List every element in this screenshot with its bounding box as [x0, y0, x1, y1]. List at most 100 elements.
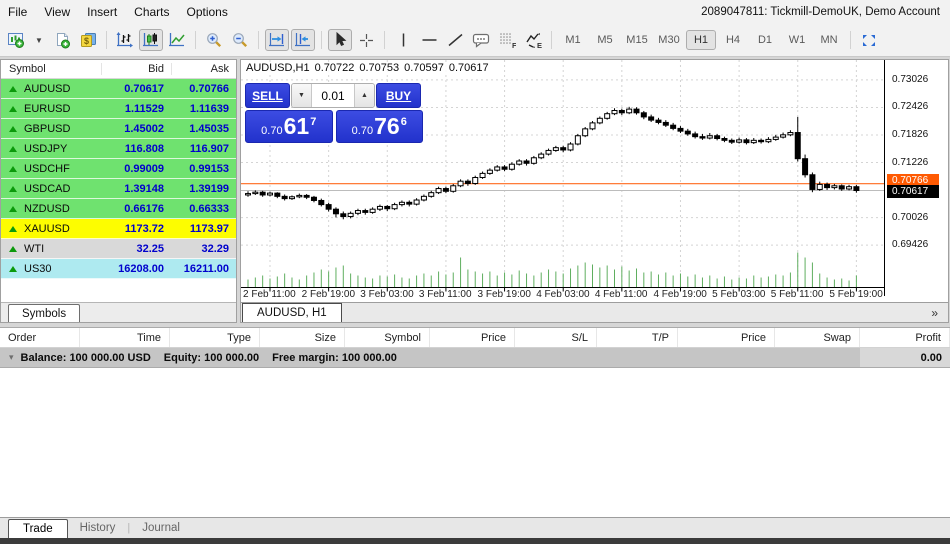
tab-trade[interactable]: Trade: [8, 519, 68, 538]
auto-scroll-icon[interactable]: [265, 29, 289, 51]
svg-text:$: $: [83, 36, 88, 46]
symbol-row-us30[interactable]: US3016208.0016211.00: [1, 259, 236, 279]
bid-value: 116.808: [101, 143, 171, 155]
menu-item-insert[interactable]: Insert: [87, 5, 117, 19]
toolbar-separator: [258, 31, 259, 49]
bar-chart-icon[interactable]: [113, 29, 137, 51]
time-axis-label: 4 Feb 11:00: [595, 289, 648, 300]
ask-value: 1.11639: [171, 103, 236, 115]
volume-decrease-icon[interactable]: ▼: [292, 84, 312, 107]
symbol-row-audusd[interactable]: AUDUSD0.706170.70766: [1, 79, 236, 99]
symbol-row-wti[interactable]: WTI32.2532.29: [1, 239, 236, 259]
menu-items: File View Insert Charts Options: [8, 5, 245, 19]
zoom-in-icon[interactable]: [202, 29, 226, 51]
symbol-row-eurusd[interactable]: EURUSD1.115291.11639: [1, 99, 236, 119]
trendline-icon[interactable]: [443, 29, 467, 51]
timeframe-h1[interactable]: H1: [686, 30, 716, 50]
symbol-row-usdchf[interactable]: USDCHF0.990090.99153: [1, 159, 236, 179]
vertical-line-icon[interactable]: [391, 29, 415, 51]
fullscreen-icon[interactable]: [857, 29, 881, 51]
timeframe-mn[interactable]: MN: [814, 30, 844, 50]
symbol-row-usdjpy[interactable]: USDJPY116.808116.907: [1, 139, 236, 159]
timeframe-m15[interactable]: M15: [622, 30, 652, 50]
symbol-name: XAUUSD: [1, 223, 101, 235]
symbol-row-gbpusd[interactable]: GBPUSD1.450021.45035: [1, 119, 236, 139]
volume-increase-icon[interactable]: ▲: [354, 84, 374, 107]
symbol-name: USDJPY: [1, 143, 101, 155]
bid-value: 1.11529: [101, 103, 171, 115]
symbol-row-nzdusd[interactable]: NZDUSD0.661760.66333: [1, 199, 236, 219]
symbol-row-usdcad[interactable]: USDCAD1.391481.39199: [1, 179, 236, 199]
symbol-name: GBPUSD: [1, 123, 101, 135]
sell-price-sup: 7: [310, 116, 316, 128]
time-axis-label: 3 Feb 11:00: [419, 289, 472, 300]
ask-value: 116.907: [171, 143, 236, 155]
price-axis-label: 0.73026: [892, 74, 928, 85]
time-axis-label: 3 Feb 03:00: [360, 289, 413, 300]
new-chart-icon[interactable]: [6, 29, 30, 51]
horizontal-line-icon[interactable]: [417, 29, 441, 51]
buy-price-display[interactable]: 0.70766: [336, 110, 424, 143]
main-area: Symbol Bid Ask AUDUSD0.706170.70766EURUS…: [0, 57, 950, 324]
bid-value: 0.99009: [101, 163, 171, 175]
menu-item-file[interactable]: File: [8, 5, 27, 19]
symbol-name: WTI: [1, 243, 101, 255]
indicators-icon[interactable]: E: [521, 29, 545, 51]
terminal-column-swap: Swap: [775, 328, 860, 347]
new-order-icon[interactable]: [50, 29, 74, 51]
buy-button[interactable]: BUY: [376, 83, 421, 108]
chart-shift-icon[interactable]: [291, 29, 315, 51]
ohlc-low: 0.70597: [404, 62, 444, 74]
time-axis-label: 5 Feb 11:00: [771, 289, 824, 300]
terminal-column-time: Time: [80, 328, 170, 347]
balance-row[interactable]: ▾ Balance: 100 000.00 USD Equity: 100 00…: [0, 348, 950, 368]
bid-value: 0.66176: [101, 203, 171, 215]
candlestick-chart-icon[interactable]: [139, 29, 163, 51]
timeframe-m1[interactable]: M1: [558, 30, 588, 50]
volume-input[interactable]: 0.01: [312, 84, 354, 107]
menu-item-options[interactable]: Options: [187, 5, 228, 19]
up-arrow-icon: [9, 146, 17, 152]
new-chart-dropdown-icon[interactable]: ▼: [32, 29, 48, 51]
zoom-out-icon[interactable]: [228, 29, 252, 51]
line-chart-icon[interactable]: [165, 29, 189, 51]
tab-journal[interactable]: Journal: [130, 518, 192, 538]
up-arrow-icon: [9, 186, 17, 192]
time-axis-label: 4 Feb 03:00: [536, 289, 589, 300]
bid-value: 0.70617: [101, 83, 171, 95]
fibonacci-icon[interactable]: F: [495, 29, 519, 51]
tab-symbols[interactable]: Symbols: [8, 304, 80, 322]
crosshair-icon[interactable]: [354, 29, 378, 51]
bid-value: 16208.00: [101, 263, 171, 275]
sell-button[interactable]: SELL: [245, 83, 290, 108]
tab-overflow-button[interactable]: »: [931, 303, 948, 322]
toolbar-separator: [384, 31, 385, 49]
up-arrow-icon: [9, 106, 17, 112]
timeframe-w1[interactable]: W1: [782, 30, 812, 50]
text-label-icon[interactable]: [469, 29, 493, 51]
menu-item-charts[interactable]: Charts: [134, 5, 169, 19]
ask-value: 16211.00: [171, 263, 236, 275]
sell-price-big: 61: [284, 115, 310, 138]
bid-value: 1.39148: [101, 183, 171, 195]
price-axis-label: 0.71226: [892, 157, 928, 168]
toolbar-separator: [321, 31, 322, 49]
up-arrow-icon: [9, 86, 17, 92]
menu-item-view[interactable]: View: [44, 5, 70, 19]
accounts-icon[interactable]: $: [76, 29, 100, 51]
ask-value: 1.45035: [171, 123, 236, 135]
timeframe-m30[interactable]: M30: [654, 30, 684, 50]
symbol-name: USDCHF: [1, 163, 101, 175]
market-watch-rows: AUDUSD0.706170.70766EURUSD1.115291.11639…: [1, 79, 236, 302]
symbol-row-xauusd[interactable]: XAUUSD1173.721173.97: [1, 219, 236, 239]
timeframe-m5[interactable]: M5: [590, 30, 620, 50]
tab-chart-audusd-h1[interactable]: AUDUSD, H1: [242, 303, 342, 322]
collapse-icon[interactable]: ▾: [9, 352, 14, 363]
terminal-column-price: Price: [678, 328, 775, 347]
cursor-icon[interactable]: [328, 29, 352, 51]
sell-price-display[interactable]: 0.70617: [245, 110, 333, 143]
timeframe-d1[interactable]: D1: [750, 30, 780, 50]
tab-history[interactable]: History: [68, 518, 128, 538]
account-info: 2089047811: Tickmill-DemoUK, Demo Accoun…: [701, 6, 942, 18]
timeframe-h4[interactable]: H4: [718, 30, 748, 50]
